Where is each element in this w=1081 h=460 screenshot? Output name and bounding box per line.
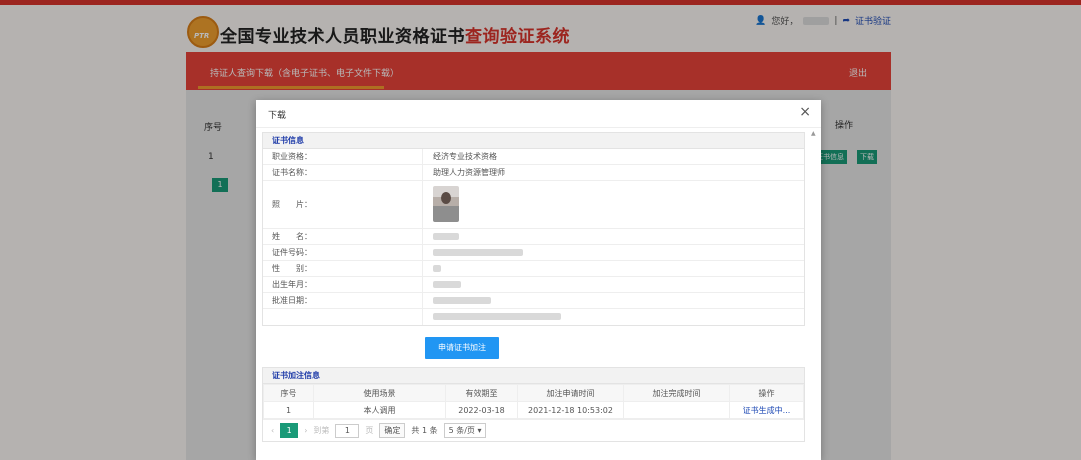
close-icon[interactable]: ×	[799, 104, 811, 120]
approve-date-blurred	[433, 297, 491, 304]
next-page-icon[interactable]: ›	[304, 426, 307, 435]
authority-blurred	[433, 313, 561, 320]
cert-info-section: 证书信息 职业资格： 经济专业技术资格 证书名称： 助理人力资源管理师 照 片：…	[262, 132, 805, 326]
cert-generating-link[interactable]: 证书生成中...	[729, 401, 804, 419]
gender-blurred	[433, 265, 441, 272]
annotation-table: 序号 使用场景 有效期至 加注申请时间 加注完成时间 操作 1 本人调用 202…	[263, 384, 804, 419]
info-row-gender: 性 别：	[263, 261, 804, 277]
total-count: 共 1 条	[411, 426, 438, 435]
name-blurred	[433, 233, 459, 240]
goto-page-input[interactable]: 1	[335, 423, 360, 438]
info-row-birth: 出生年月：	[263, 277, 804, 293]
annot-section-title: 证书加注信息	[263, 368, 804, 384]
chevron-down-icon: ▾	[477, 426, 482, 435]
modal-scrollbar[interactable]: ▲	[811, 130, 817, 460]
holder-photo	[433, 186, 459, 222]
page-size-select[interactable]: 5 条/页 ▾	[443, 423, 487, 438]
info-row-photo: 照 片：	[263, 181, 804, 229]
info-row: 证书名称： 助理人力资源管理师	[263, 165, 804, 181]
apply-annotation-button[interactable]: 申请证书加注	[425, 337, 499, 359]
info-row-approve: 批准日期：	[263, 293, 804, 309]
table-row: 1 本人调用 2022-03-18 2021-12-18 10:53:02 证书…	[263, 401, 804, 419]
info-row-authority	[263, 309, 804, 325]
id-blurred	[433, 249, 523, 256]
goto-confirm-button[interactable]: 确定	[379, 423, 406, 438]
page-1-button[interactable]: 1	[280, 423, 299, 438]
prev-page-icon[interactable]: ‹	[271, 426, 274, 435]
info-row-name: 姓 名：	[263, 229, 804, 245]
download-modal: 下载 × ▲ 证书信息 职业资格： 经济专业技术资格 证书名称： 助理人力资源管…	[256, 100, 821, 460]
info-row-id: 证件号码：	[263, 245, 804, 261]
annotation-section: 证书加注信息 序号 使用场景 有效期至 加注申请时间 加注完成时间 操作 1 本…	[262, 367, 805, 442]
info-row: 职业资格： 经济专业技术资格	[263, 149, 804, 165]
birth-blurred	[433, 281, 461, 288]
annotation-pager: ‹ 1 › 到第 1 页 确定 共 1 条 5 条/页 ▾	[263, 419, 804, 441]
modal-title: 下载	[268, 111, 287, 121]
cert-section-title: 证书信息	[263, 133, 804, 149]
